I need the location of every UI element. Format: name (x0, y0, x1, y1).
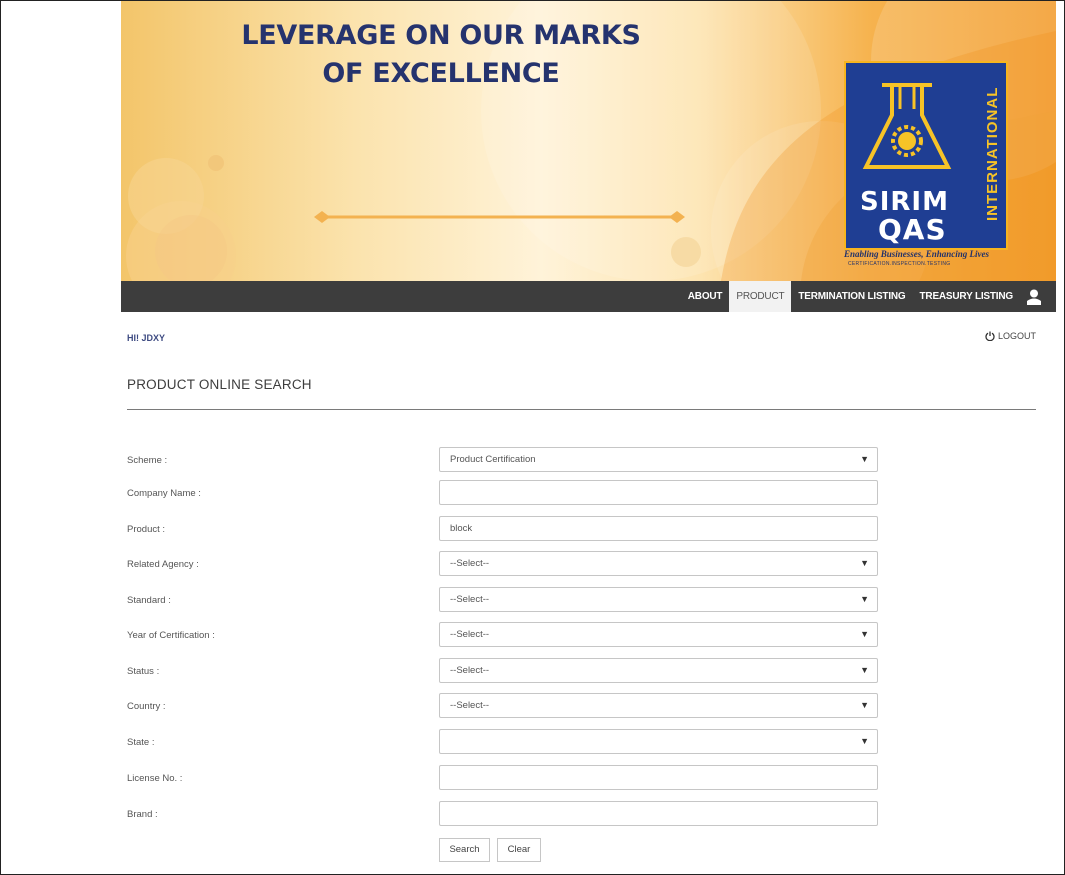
banner-headline-line1: LEVERAGE ON OUR MARKS (241, 20, 641, 51)
form-row-standard: Standard : --Select-- ▼ (1, 587, 1064, 617)
form-row-brand: Brand : (1, 801, 1064, 831)
user-icon[interactable] (1020, 281, 1048, 312)
logout-label: LOGOUT (997, 331, 1036, 341)
related-agency-label: Related Agency : (127, 559, 199, 570)
scheme-select[interactable]: Product Certification ▼ (439, 447, 878, 472)
company-name-label: Company Name : (127, 488, 201, 499)
sirim-qas-logo: INTERNATIONAL SIRIM QAS Enabling Busines… (844, 61, 1024, 267)
brand-input[interactable] (439, 801, 878, 826)
state-label: State : (127, 737, 155, 748)
year-of-certification-label: Year of Certification : (127, 630, 215, 641)
status-select[interactable]: --Select-- ▼ (439, 658, 878, 683)
page-frame: LEVERAGE ON OUR MARKS OF EXCELLENCE INTE… (0, 0, 1065, 875)
power-icon (985, 331, 995, 341)
dropdown-arrow-icon: ▼ (860, 454, 869, 464)
nav-item-product[interactable]: PRODUCT (729, 281, 792, 312)
page-title: PRODUCT ONLINE SEARCH (127, 377, 312, 392)
license-no-label: License No. : (127, 773, 183, 784)
nav-item-termination-listing[interactable]: TERMINATION LISTING (791, 281, 912, 312)
clear-button[interactable]: Clear (497, 838, 541, 862)
form-row-scheme: Scheme : Product Certification ▼ (1, 447, 1064, 477)
product-input[interactable]: block (439, 516, 878, 541)
license-no-input[interactable] (439, 765, 878, 790)
status-value: --Select-- (450, 665, 490, 676)
logout-link[interactable]: LOGOUT (985, 331, 1036, 341)
scheme-label: Scheme : (127, 455, 168, 466)
form-row-company-name: Company Name : (1, 480, 1064, 510)
country-select[interactable]: --Select-- ▼ (439, 693, 878, 718)
dropdown-arrow-icon: ▼ (860, 736, 869, 746)
main-navbar: ABOUT PRODUCT TERMINATION LISTING TREASU… (121, 281, 1056, 312)
product-label: Product : (127, 524, 166, 535)
form-row-country: Country : --Select-- ▼ (1, 693, 1064, 723)
logo-box: INTERNATIONAL SIRIM QAS (844, 61, 1008, 250)
country-value: --Select-- (450, 700, 490, 711)
dropdown-arrow-icon: ▼ (860, 665, 869, 675)
logo-tagline: Enabling Businesses, Enhancing Lives (844, 249, 990, 259)
nav-item-treasury-listing[interactable]: TREASURY LISTING (913, 281, 1020, 312)
logo-name-qas: QAS (878, 213, 947, 246)
hero-banner: LEVERAGE ON OUR MARKS OF EXCELLENCE INTE… (121, 1, 1056, 281)
state-select[interactable]: ▼ (439, 729, 878, 754)
related-agency-select[interactable]: --Select-- ▼ (439, 551, 878, 576)
year-of-certification-value: --Select-- (450, 629, 490, 640)
form-row-related-agency: Related Agency : --Select-- ▼ (1, 551, 1064, 581)
standard-value: --Select-- (450, 594, 490, 605)
company-name-input[interactable] (439, 480, 878, 505)
year-of-certification-select[interactable]: --Select-- ▼ (439, 622, 878, 647)
dropdown-arrow-icon: ▼ (860, 700, 869, 710)
banner-headline: LEVERAGE ON OUR MARKS OF EXCELLENCE (231, 17, 651, 93)
title-divider (127, 409, 1036, 410)
form-row-state: State : ▼ (1, 729, 1064, 759)
banner-headline-line2: OF EXCELLENCE (322, 58, 560, 89)
logo-side-text: INTERNATIONAL (984, 86, 1001, 222)
dropdown-arrow-icon: ▼ (860, 629, 869, 639)
standard-select[interactable]: --Select-- ▼ (439, 587, 878, 612)
form-row-license-no: License No. : (1, 765, 1064, 795)
nav-items: ABOUT PRODUCT TERMINATION LISTING TREASU… (681, 281, 1048, 312)
country-label: Country : (127, 701, 166, 712)
user-greeting: HI! JDXY (127, 333, 166, 343)
dropdown-arrow-icon: ▼ (860, 594, 869, 604)
form-row-product: Product : block (1, 516, 1064, 546)
flask-gear-icon (862, 83, 952, 169)
scheme-value: Product Certification (450, 454, 536, 465)
nav-item-about[interactable]: ABOUT (681, 281, 730, 312)
related-agency-value: --Select-- (450, 558, 490, 569)
form-row-year-of-certification: Year of Certification : --Select-- ▼ (1, 622, 1064, 652)
dropdown-arrow-icon: ▼ (860, 558, 869, 568)
form-row-status: Status : --Select-- ▼ (1, 658, 1064, 688)
standard-label: Standard : (127, 595, 171, 606)
search-button[interactable]: Search (439, 838, 490, 862)
status-label: Status : (127, 666, 160, 677)
logo-subtagline: CERTIFICATION.INSPECTION.TESTING (848, 261, 951, 267)
brand-label: Brand : (127, 809, 158, 820)
